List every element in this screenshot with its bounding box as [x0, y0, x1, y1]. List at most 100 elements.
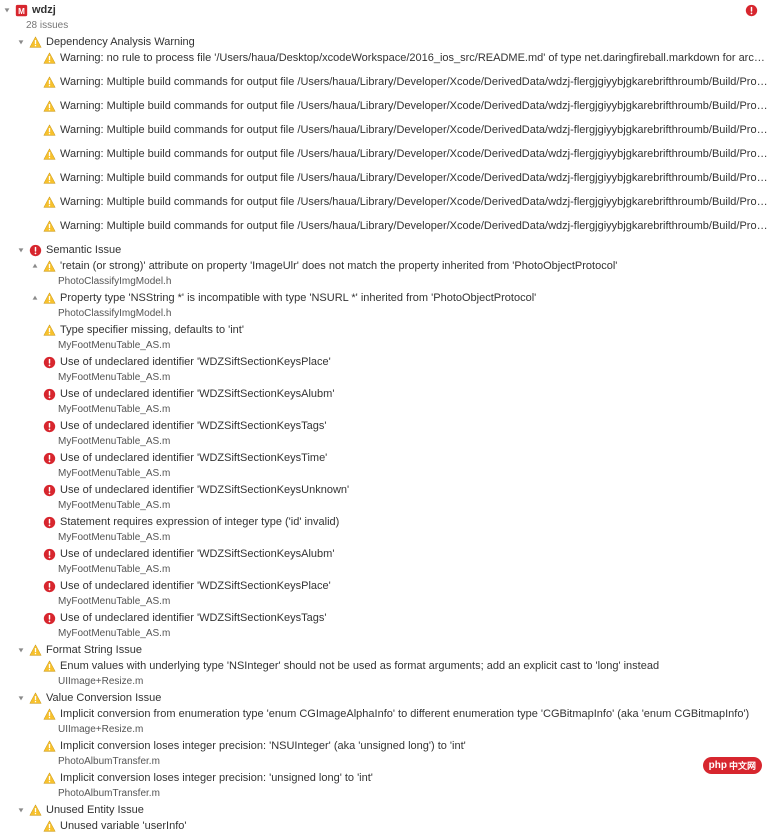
- issue-row[interactable]: Use of undeclared identifier 'WDZSiftSec…: [0, 386, 768, 402]
- issue-row[interactable]: Warning: Multiple build commands for out…: [0, 218, 768, 234]
- disclosure-icon[interactable]: [30, 293, 40, 303]
- issue-row[interactable]: Use of undeclared identifier 'WDZSiftSec…: [0, 482, 768, 498]
- issue-text: Enum values with underlying type 'NSInte…: [60, 659, 659, 673]
- issue-file: MyFootMenuTable_AS.m: [58, 627, 170, 641]
- section-semantic[interactable]: Semantic Issue: [0, 242, 768, 258]
- issue-file: MyFootMenuTable_AS.m: [58, 499, 170, 513]
- issue-count-row: 28 issues: [0, 18, 768, 34]
- issue-text: 'retain (or strong)' attribute on proper…: [60, 259, 617, 273]
- section-format[interactable]: Format String Issue: [0, 642, 768, 658]
- section-title: Format String Issue: [46, 643, 142, 657]
- site-logo-badge: php 中文网: [703, 757, 762, 774]
- issue-file: PhotoAlbumTransfer.m: [58, 787, 160, 801]
- logo-text: php: [709, 760, 727, 771]
- issue-text: Use of undeclared identifier 'WDZSiftSec…: [60, 451, 327, 465]
- error-icon: [42, 579, 56, 593]
- issue-text: Type specifier missing, defaults to 'int…: [60, 323, 244, 337]
- issue-text: Warning: Multiple build commands for out…: [60, 99, 768, 113]
- disclosure-icon[interactable]: [16, 37, 26, 47]
- issue-row[interactable]: Warning: Multiple build commands for out…: [0, 170, 768, 186]
- issue-file-row: MyFootMenuTable_AS.m: [0, 338, 768, 354]
- warning-icon: [42, 323, 56, 337]
- section-title: Unused Entity Issue: [46, 803, 144, 817]
- issue-file-row: MyFootMenuTable_AS.m: [0, 530, 768, 546]
- issue-row[interactable]: Warning: Multiple build commands for out…: [0, 194, 768, 210]
- issue-text: Use of undeclared identifier 'WDZSiftSec…: [60, 355, 331, 369]
- issue-row[interactable]: Implicit conversion loses integer precis…: [0, 738, 768, 754]
- error-badge-icon: [744, 3, 758, 17]
- issue-file-row: PhotoClassifyImgModel.h: [0, 274, 768, 290]
- issue-row[interactable]: Use of undeclared identifier 'WDZSiftSec…: [0, 354, 768, 370]
- issue-row[interactable]: 'retain (or strong)' attribute on proper…: [0, 258, 768, 274]
- disclosure-icon[interactable]: [2, 5, 12, 15]
- issue-text: Warning: Multiple build commands for out…: [60, 75, 768, 89]
- issue-row[interactable]: Warning: Multiple build commands for out…: [0, 74, 768, 90]
- issue-file: MyFootMenuTable_AS.m: [58, 531, 170, 545]
- issue-row[interactable]: Warning: no rule to process file '/Users…: [0, 50, 768, 66]
- issue-row[interactable]: Property type 'NSString *' is incompatib…: [0, 290, 768, 306]
- warning-icon: [28, 643, 42, 657]
- section-dependency[interactable]: Dependency Analysis Warning: [0, 34, 768, 50]
- error-icon: [42, 419, 56, 433]
- issue-file-row: MyFootMenuTable_AS.m: [0, 626, 768, 642]
- logo-cn: 中文网: [729, 759, 756, 772]
- error-icon: [42, 355, 56, 369]
- issue-row[interactable]: Type specifier missing, defaults to 'int…: [0, 322, 768, 338]
- issue-text: Warning: Multiple build commands for out…: [60, 195, 768, 209]
- issue-text: Unused variable 'userInfo': [60, 819, 187, 833]
- error-icon: [42, 611, 56, 625]
- issue-row[interactable]: Implicit conversion from enumeration typ…: [0, 706, 768, 722]
- issue-file: UIImage+Resize.m: [58, 675, 143, 689]
- issue-row[interactable]: Statement requires expression of integer…: [0, 514, 768, 530]
- issue-file: MyFootMenuTable_AS.m: [58, 467, 170, 481]
- issue-row[interactable]: Use of undeclared identifier 'WDZSiftSec…: [0, 546, 768, 562]
- issue-row[interactable]: Warning: Multiple build commands for out…: [0, 98, 768, 114]
- issue-file: MyFootMenuTable_AS.m: [58, 563, 170, 577]
- issue-text: Warning: no rule to process file '/Users…: [60, 51, 768, 65]
- error-icon: [42, 451, 56, 465]
- disclosure-icon[interactable]: [16, 805, 26, 815]
- issue-row[interactable]: Implicit conversion loses integer precis…: [0, 770, 768, 786]
- issue-text: Warning: Multiple build commands for out…: [60, 171, 768, 185]
- issue-row[interactable]: Warning: Multiple build commands for out…: [0, 122, 768, 138]
- issue-file-row: MyFootMenuTable_AS.m: [0, 434, 768, 450]
- issue-text: Warning: Multiple build commands for out…: [60, 123, 768, 137]
- warning-icon: [42, 99, 56, 113]
- project-name: wdzj: [32, 3, 56, 17]
- error-icon: [42, 515, 56, 529]
- svg-text:M: M: [18, 6, 25, 15]
- issue-file: PhotoClassifyImgModel.h: [58, 275, 171, 289]
- warning-icon: [28, 691, 42, 705]
- issue-row[interactable]: Use of undeclared identifier 'WDZSiftSec…: [0, 418, 768, 434]
- issue-row[interactable]: Warning: Multiple build commands for out…: [0, 146, 768, 162]
- section-unused[interactable]: Unused Entity Issue: [0, 802, 768, 818]
- disclosure-icon[interactable]: [30, 261, 40, 271]
- issue-row[interactable]: Unused variable 'userInfo': [0, 818, 768, 834]
- issue-row[interactable]: Use of undeclared identifier 'WDZSiftSec…: [0, 450, 768, 466]
- project-row[interactable]: M wdzj: [0, 2, 768, 18]
- warning-icon: [42, 707, 56, 721]
- issue-file-row: PhotoAlbumTransfer.m: [0, 754, 768, 770]
- issue-row[interactable]: Use of undeclared identifier 'WDZSiftSec…: [0, 578, 768, 594]
- warning-icon: [42, 147, 56, 161]
- issue-file-row: PhotoClassifyImgModel.h: [0, 306, 768, 322]
- issue-text: Property type 'NSString *' is incompatib…: [60, 291, 536, 305]
- disclosure-icon[interactable]: [16, 245, 26, 255]
- disclosure-icon[interactable]: [16, 693, 26, 703]
- issue-row[interactable]: Use of undeclared identifier 'WDZSiftSec…: [0, 610, 768, 626]
- issue-text: Warning: Multiple build commands for out…: [60, 219, 768, 233]
- section-conversion[interactable]: Value Conversion Issue: [0, 690, 768, 706]
- issue-file-row: MyFootMenuTable_AS.m: [0, 402, 768, 418]
- project-icon: M: [14, 3, 28, 17]
- issue-file-row: UIImage+Resize.m: [0, 674, 768, 690]
- issue-count: 28 issues: [26, 19, 68, 33]
- issue-file: PhotoAlbumTransfer.m: [58, 755, 160, 769]
- issue-file-row: PhotoAlbumTransfer.m: [0, 786, 768, 802]
- issue-text: Use of undeclared identifier 'WDZSiftSec…: [60, 419, 327, 433]
- disclosure-icon[interactable]: [16, 645, 26, 655]
- warning-icon: [42, 195, 56, 209]
- issue-file-row: MyFootMenuTable_AS.m: [0, 466, 768, 482]
- issue-file-row: MyFootMenuTable_AS.m: [0, 562, 768, 578]
- issue-row[interactable]: Enum values with underlying type 'NSInte…: [0, 658, 768, 674]
- issue-text: Use of undeclared identifier 'WDZSiftSec…: [60, 611, 327, 625]
